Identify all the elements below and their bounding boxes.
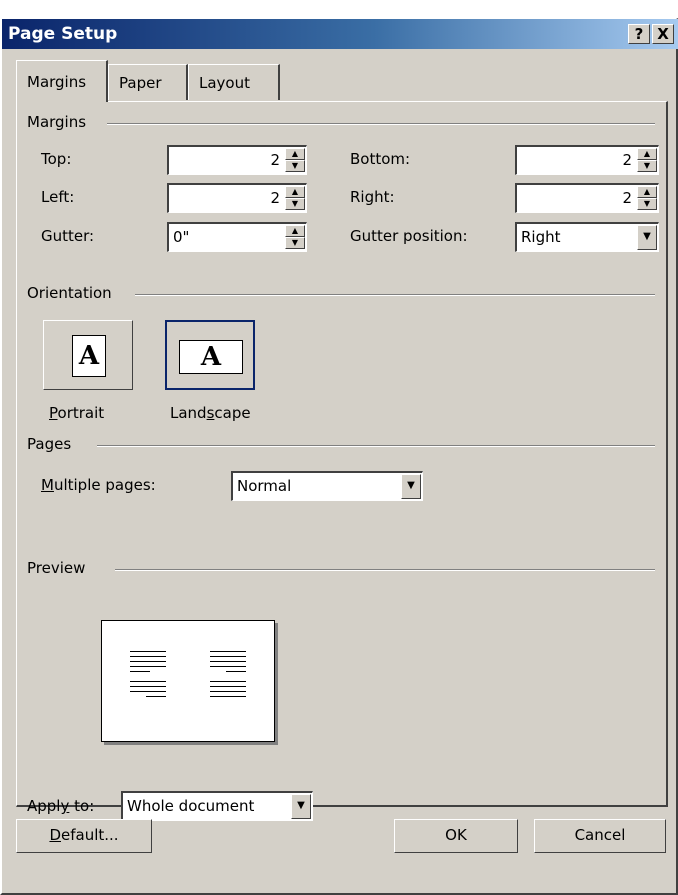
tab-margins[interactable]: Margins (16, 60, 108, 102)
tab-layout-label: Layout (199, 74, 250, 92)
landscape-option[interactable]: A (165, 320, 255, 390)
preview-line (210, 656, 246, 657)
portrait-option[interactable]: A (43, 320, 133, 390)
pages-separator (97, 445, 655, 447)
preview-line (130, 681, 166, 682)
close-button[interactable]: X (652, 24, 674, 44)
apply-to-value: Whole document (127, 797, 255, 815)
preview-page (101, 620, 275, 742)
left-margin-value: 2 (270, 189, 280, 207)
preview-separator (115, 569, 655, 571)
top-margin-field[interactable]: 2 ▲ ▼ (167, 145, 307, 175)
margins-group-label: Margins (27, 113, 93, 131)
spin-down-icon[interactable]: ▼ (637, 198, 657, 210)
spin-down-icon[interactable]: ▼ (285, 237, 305, 249)
left-margin-field[interactable]: 2 ▲ ▼ (167, 183, 307, 213)
right-margin-value: 2 (622, 189, 632, 207)
gutter-field[interactable]: 0" ▲ ▼ (167, 222, 307, 252)
tab-paper-label: Paper (119, 74, 162, 92)
preview-line (130, 671, 150, 672)
gutter-position-value: Right (521, 228, 561, 246)
preview-line (130, 656, 166, 657)
top-margin-value: 2 (270, 151, 280, 169)
preview-line (210, 661, 246, 662)
tab-paper[interactable]: Paper (108, 64, 188, 100)
gutter-position-label: Gutter position: (350, 227, 468, 245)
margins-tab-panel: Margins Top: 2 ▲ ▼ Bottom: 2 ▲ ▼ Left: 2… (16, 101, 668, 821)
margins-separator (107, 123, 655, 125)
orientation-separator (135, 294, 655, 296)
ok-button[interactable]: OK (394, 819, 518, 853)
bottom-label: Bottom: (350, 150, 411, 168)
tab-margins-label: Margins (27, 73, 87, 91)
preview-line (210, 696, 246, 697)
multiple-pages-label: Multiple pages: (41, 476, 156, 494)
gutter-position-select[interactable]: Right ▼ (515, 222, 659, 252)
pages-group-label: Pages (27, 435, 78, 453)
spin-up-icon[interactable]: ▲ (285, 225, 305, 237)
preview-line (210, 686, 246, 687)
preview-line (130, 686, 166, 687)
preview-line (210, 666, 246, 667)
spin-up-icon[interactable]: ▲ (285, 186, 305, 198)
left-label: Left: (41, 188, 75, 206)
top-margin-spinner[interactable]: ▲ ▼ (285, 148, 305, 173)
tab-layout[interactable]: Layout (188, 64, 280, 100)
preview-line (130, 666, 166, 667)
chevron-down-icon[interactable]: ▼ (291, 794, 311, 819)
preview-line (146, 696, 166, 697)
title-bar: Page Setup ? X (2, 19, 678, 49)
portrait-label: Portrait (49, 404, 105, 422)
default-button[interactable]: Default... (16, 819, 152, 853)
landscape-icon: A (179, 340, 243, 374)
bottom-margin-value: 2 (622, 151, 632, 169)
multiple-pages-value: Normal (237, 477, 292, 495)
preview-line (130, 661, 166, 662)
cancel-button[interactable]: Cancel (534, 819, 666, 853)
apply-to-select[interactable]: Whole document ▼ (121, 791, 313, 821)
spin-up-icon[interactable]: ▲ (637, 148, 657, 160)
spin-up-icon[interactable]: ▲ (637, 186, 657, 198)
top-label: Top: (41, 150, 72, 168)
preview-group-label: Preview (27, 559, 92, 577)
spin-down-icon[interactable]: ▼ (285, 160, 305, 172)
spin-down-icon[interactable]: ▼ (637, 160, 657, 172)
gutter-label: Gutter: (41, 227, 95, 245)
right-margin-spinner[interactable]: ▲ ▼ (637, 186, 657, 211)
left-margin-spinner[interactable]: ▲ ▼ (285, 186, 305, 211)
bottom-margin-field[interactable]: 2 ▲ ▼ (515, 145, 659, 175)
chevron-down-icon[interactable]: ▼ (401, 474, 421, 499)
right-label: Right: (350, 188, 395, 206)
preview-line (210, 681, 246, 682)
preview-line (130, 691, 166, 692)
right-margin-field[interactable]: 2 ▲ ▼ (515, 183, 659, 213)
portrait-icon: A (72, 335, 106, 377)
spin-up-icon[interactable]: ▲ (285, 148, 305, 160)
gutter-spinner[interactable]: ▲ ▼ (285, 225, 305, 250)
preview-line (226, 671, 246, 672)
preview-line (210, 691, 246, 692)
multiple-pages-select[interactable]: Normal ▼ (231, 471, 423, 501)
chevron-down-icon[interactable]: ▼ (637, 225, 657, 250)
bottom-margin-spinner[interactable]: ▲ ▼ (637, 148, 657, 173)
preview-line (210, 651, 246, 652)
orientation-group-label: Orientation (27, 284, 118, 302)
dialog-title: Page Setup (8, 24, 118, 44)
page-setup-dialog: Page Setup ? X Margins Paper Layout Marg… (0, 18, 678, 895)
landscape-label: Landscape (170, 404, 251, 422)
preview-line (130, 651, 166, 652)
help-button[interactable]: ? (628, 24, 650, 44)
spin-down-icon[interactable]: ▼ (285, 198, 305, 210)
apply-to-label: Apply to: (27, 797, 95, 815)
gutter-value: 0" (173, 228, 190, 246)
